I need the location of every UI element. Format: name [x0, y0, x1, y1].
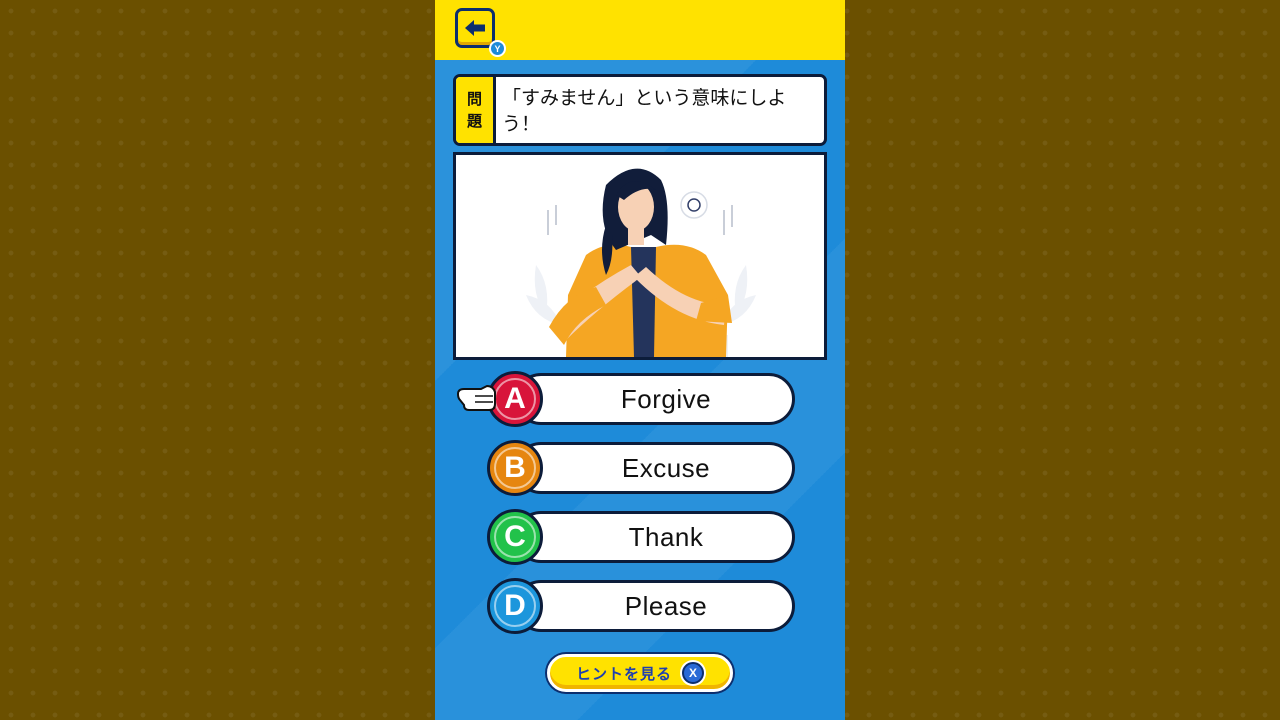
hint-label: ヒントを見る [575, 664, 672, 683]
answer-letter-badge: D [487, 578, 543, 634]
x-button-badge: X [682, 662, 704, 684]
answer-letter-badge: C [487, 509, 543, 565]
answer-option-a[interactable]: Forgive A [487, 371, 795, 427]
answer-option-b[interactable]: Excuse B [487, 440, 795, 496]
answer-text: Excuse [515, 442, 795, 494]
answer-text: Please [515, 580, 795, 632]
answer-text: Forgive [515, 373, 795, 425]
answer-text: Thank [515, 511, 795, 563]
answer-option-d[interactable]: Please D [487, 578, 795, 634]
answer-option-c[interactable]: Thank C [487, 509, 795, 565]
quiz-panel: Y 問 題 「すみません」という意味にしよう！ ____ me [435, 0, 845, 720]
pointer-hand-icon [456, 384, 496, 411]
show-hint-button[interactable]: ヒントを見る X [547, 654, 733, 692]
answer-letter-badge: B [487, 440, 543, 496]
answer-list: Forgive A Excuse B Thank C Please D [435, 0, 845, 720]
